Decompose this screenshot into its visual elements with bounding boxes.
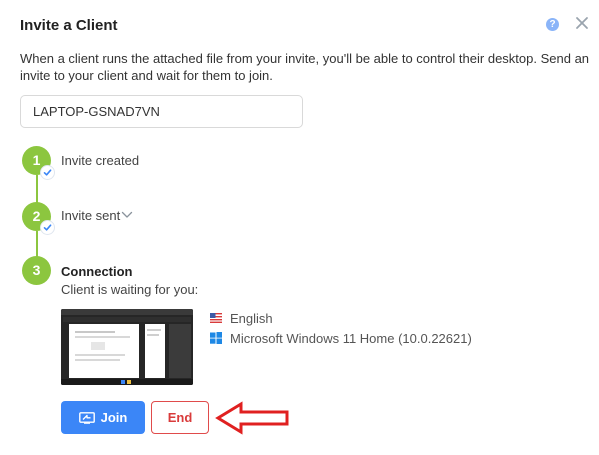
step-number: 2 — [32, 208, 41, 224]
annotation-arrow-icon — [215, 401, 289, 435]
dialog-title: Invite a Client — [20, 17, 118, 34]
client-desktop-preview — [61, 309, 193, 385]
computer-name-field[interactable] — [20, 95, 303, 128]
join-button-label: Join — [100, 410, 128, 425]
step-1-label: Invite created — [61, 153, 140, 168]
close-icon[interactable] — [574, 15, 590, 31]
end-button[interactable]: End — [151, 401, 209, 434]
step-2-label[interactable]: Invite sent — [61, 208, 120, 223]
remote-screen-icon — [78, 411, 95, 424]
client-os: Microsoft Windows 11 Home (10.0.22621) — [210, 331, 472, 346]
invite-client-dialog: Invite a Client ? When a client runs the… — [0, 0, 599, 455]
step-number: 1 — [32, 152, 41, 168]
language-text: English — [230, 311, 273, 326]
step-3-badge: 3 — [22, 256, 51, 285]
join-button[interactable]: Join — [61, 401, 145, 434]
os-text: Microsoft Windows 11 Home (10.0.22621) — [230, 331, 472, 346]
dialog-description: When a client runs the attached file fro… — [20, 51, 590, 83]
help-icon[interactable]: ? — [546, 18, 559, 31]
step-connector — [36, 231, 38, 257]
us-flag-icon — [210, 313, 222, 323]
check-icon — [41, 166, 54, 179]
step-number: 3 — [32, 262, 41, 278]
check-icon — [41, 221, 54, 234]
step-3-label: Connection — [61, 264, 133, 279]
windows-logo-icon — [210, 332, 222, 344]
step-3-sublabel: Client is waiting for you: — [61, 282, 199, 297]
client-language: English — [210, 311, 273, 326]
chevron-down-icon[interactable] — [121, 211, 133, 219]
